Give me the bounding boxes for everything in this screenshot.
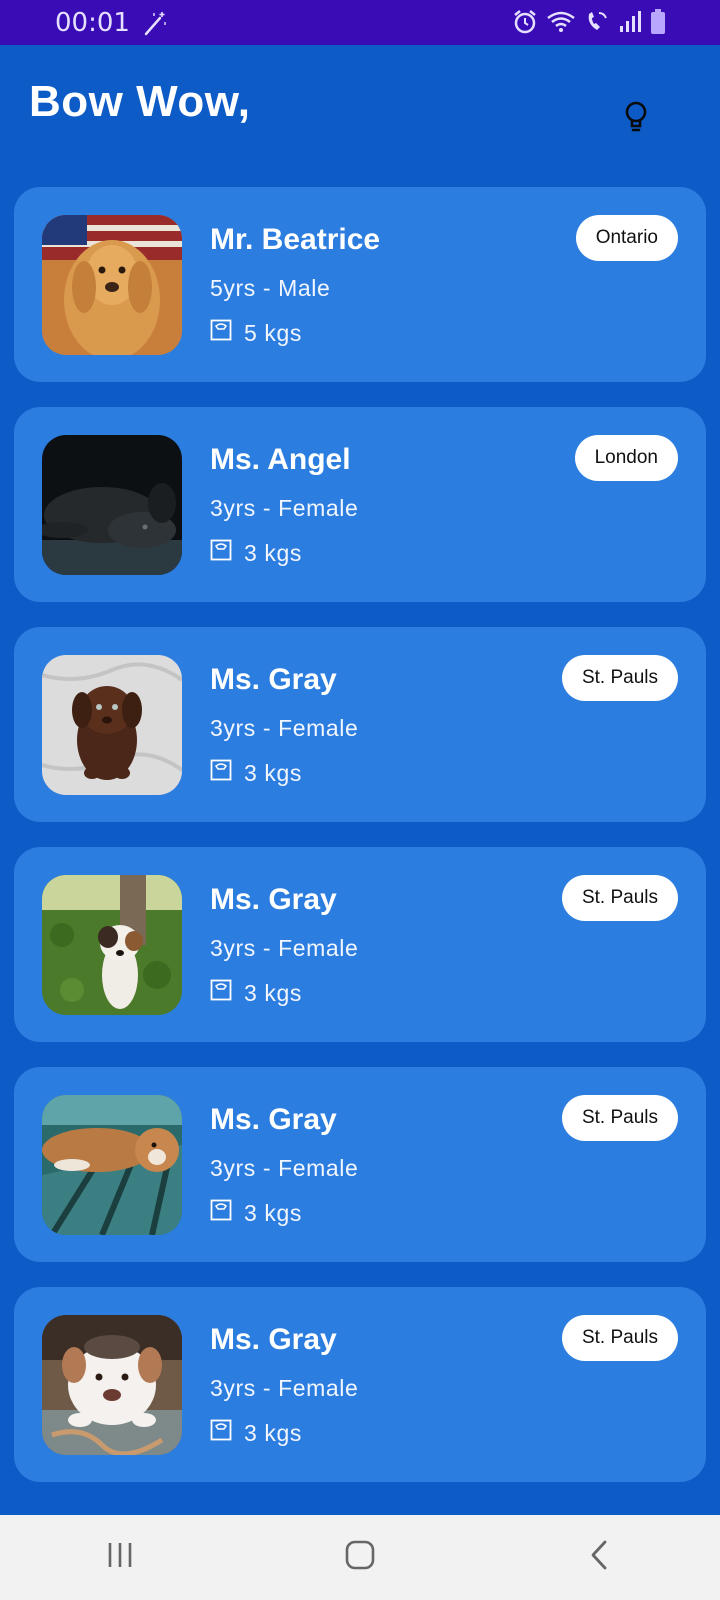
status-icons: [512, 8, 668, 41]
status-bar: 00:01: [0, 0, 720, 45]
pet-details: 3yrs - Female: [210, 715, 359, 741]
back-button[interactable]: [560, 1528, 640, 1588]
system-nav-bar: [0, 1515, 720, 1600]
pet-card[interactable]: Ms. Gray 3yrs - Female 3 kgs St. Pauls: [14, 1287, 706, 1482]
pet-weight-value: 3 kgs: [244, 1199, 302, 1226]
pet-name: Ms. Gray: [210, 1103, 337, 1136]
location-chip[interactable]: Ontario: [575, 215, 678, 261]
wifi-call-icon: [584, 8, 610, 41]
recent-apps-button[interactable]: [80, 1528, 160, 1588]
status-time: 00:01: [55, 7, 130, 38]
lightbulb-button[interactable]: [612, 95, 660, 143]
location-chip[interactable]: London: [574, 435, 678, 481]
home-icon: [344, 1539, 376, 1576]
pet-photo: [42, 1095, 182, 1235]
pet-photo: [42, 215, 182, 355]
pet-weight: 3 kgs: [210, 979, 302, 1007]
pet-name: Ms. Gray: [210, 1323, 337, 1356]
scale-icon: [210, 979, 232, 1007]
pet-weight: 5 kgs: [210, 319, 302, 347]
pet-weight: 3 kgs: [210, 1419, 302, 1447]
pet-details: 3yrs - Female: [210, 495, 359, 521]
wifi-icon: [546, 8, 576, 41]
pet-weight-value: 3 kgs: [244, 539, 302, 566]
battery-icon: [650, 8, 668, 41]
signal-icon: [618, 8, 642, 41]
pet-card[interactable]: Ms. Gray 3yrs - Female 3 kgs St. Pauls: [14, 847, 706, 1042]
pet-photo: [42, 875, 182, 1015]
pet-photo: [42, 655, 182, 795]
location-chip[interactable]: St. Pauls: [561, 1315, 678, 1361]
alarm-icon: [512, 8, 538, 41]
location-chip[interactable]: St. Pauls: [561, 875, 678, 921]
pet-name: Mr. Beatrice: [210, 223, 381, 256]
pet-details: 5yrs - Male: [210, 275, 331, 301]
pet-details: 3yrs - Female: [210, 1155, 359, 1181]
pet-card[interactable]: Ms. Gray 3yrs - Female 3 kgs St. Pauls: [14, 1067, 706, 1262]
pet-details: 3yrs - Female: [210, 1375, 359, 1401]
pet-weight-value: 3 kgs: [244, 979, 302, 1006]
pet-name: Ms. Gray: [210, 663, 337, 696]
location-chip[interactable]: St. Pauls: [561, 655, 678, 701]
scale-icon: [210, 1199, 232, 1227]
pet-weight: 3 kgs: [210, 539, 302, 567]
home-button[interactable]: [320, 1528, 400, 1588]
pet-details: 3yrs - Female: [210, 935, 359, 961]
scale-icon: [210, 759, 232, 787]
pet-card[interactable]: Mr. Beatrice 5yrs - Male 5 kgs Ontario: [14, 187, 706, 382]
back-icon: [588, 1539, 612, 1576]
pet-weight: 3 kgs: [210, 759, 302, 787]
recent-apps-icon: [105, 1540, 135, 1575]
pet-photo: [42, 1315, 182, 1455]
pet-photo: [42, 435, 182, 575]
magic-wand-icon: [140, 9, 168, 37]
scale-icon: [210, 539, 232, 567]
pet-weight-value: 5 kgs: [244, 319, 302, 346]
page-title: Bow Wow,: [29, 77, 251, 126]
scale-icon: [210, 1419, 232, 1447]
pet-card[interactable]: Ms. Angel 3yrs - Female 3 kgs London: [14, 407, 706, 602]
scale-icon: [210, 319, 232, 347]
pet-weight-value: 3 kgs: [244, 1419, 302, 1446]
pet-name: Ms. Angel: [210, 443, 351, 476]
location-chip[interactable]: St. Pauls: [561, 1095, 678, 1141]
pet-weight-value: 3 kgs: [244, 759, 302, 786]
app-header: Bow Wow,: [0, 45, 720, 185]
pet-name: Ms. Gray: [210, 883, 337, 916]
pet-weight: 3 kgs: [210, 1199, 302, 1227]
lightbulb-icon: [623, 101, 649, 138]
pet-card[interactable]: Ms. Gray 3yrs - Female 3 kgs St. Pauls: [14, 627, 706, 822]
